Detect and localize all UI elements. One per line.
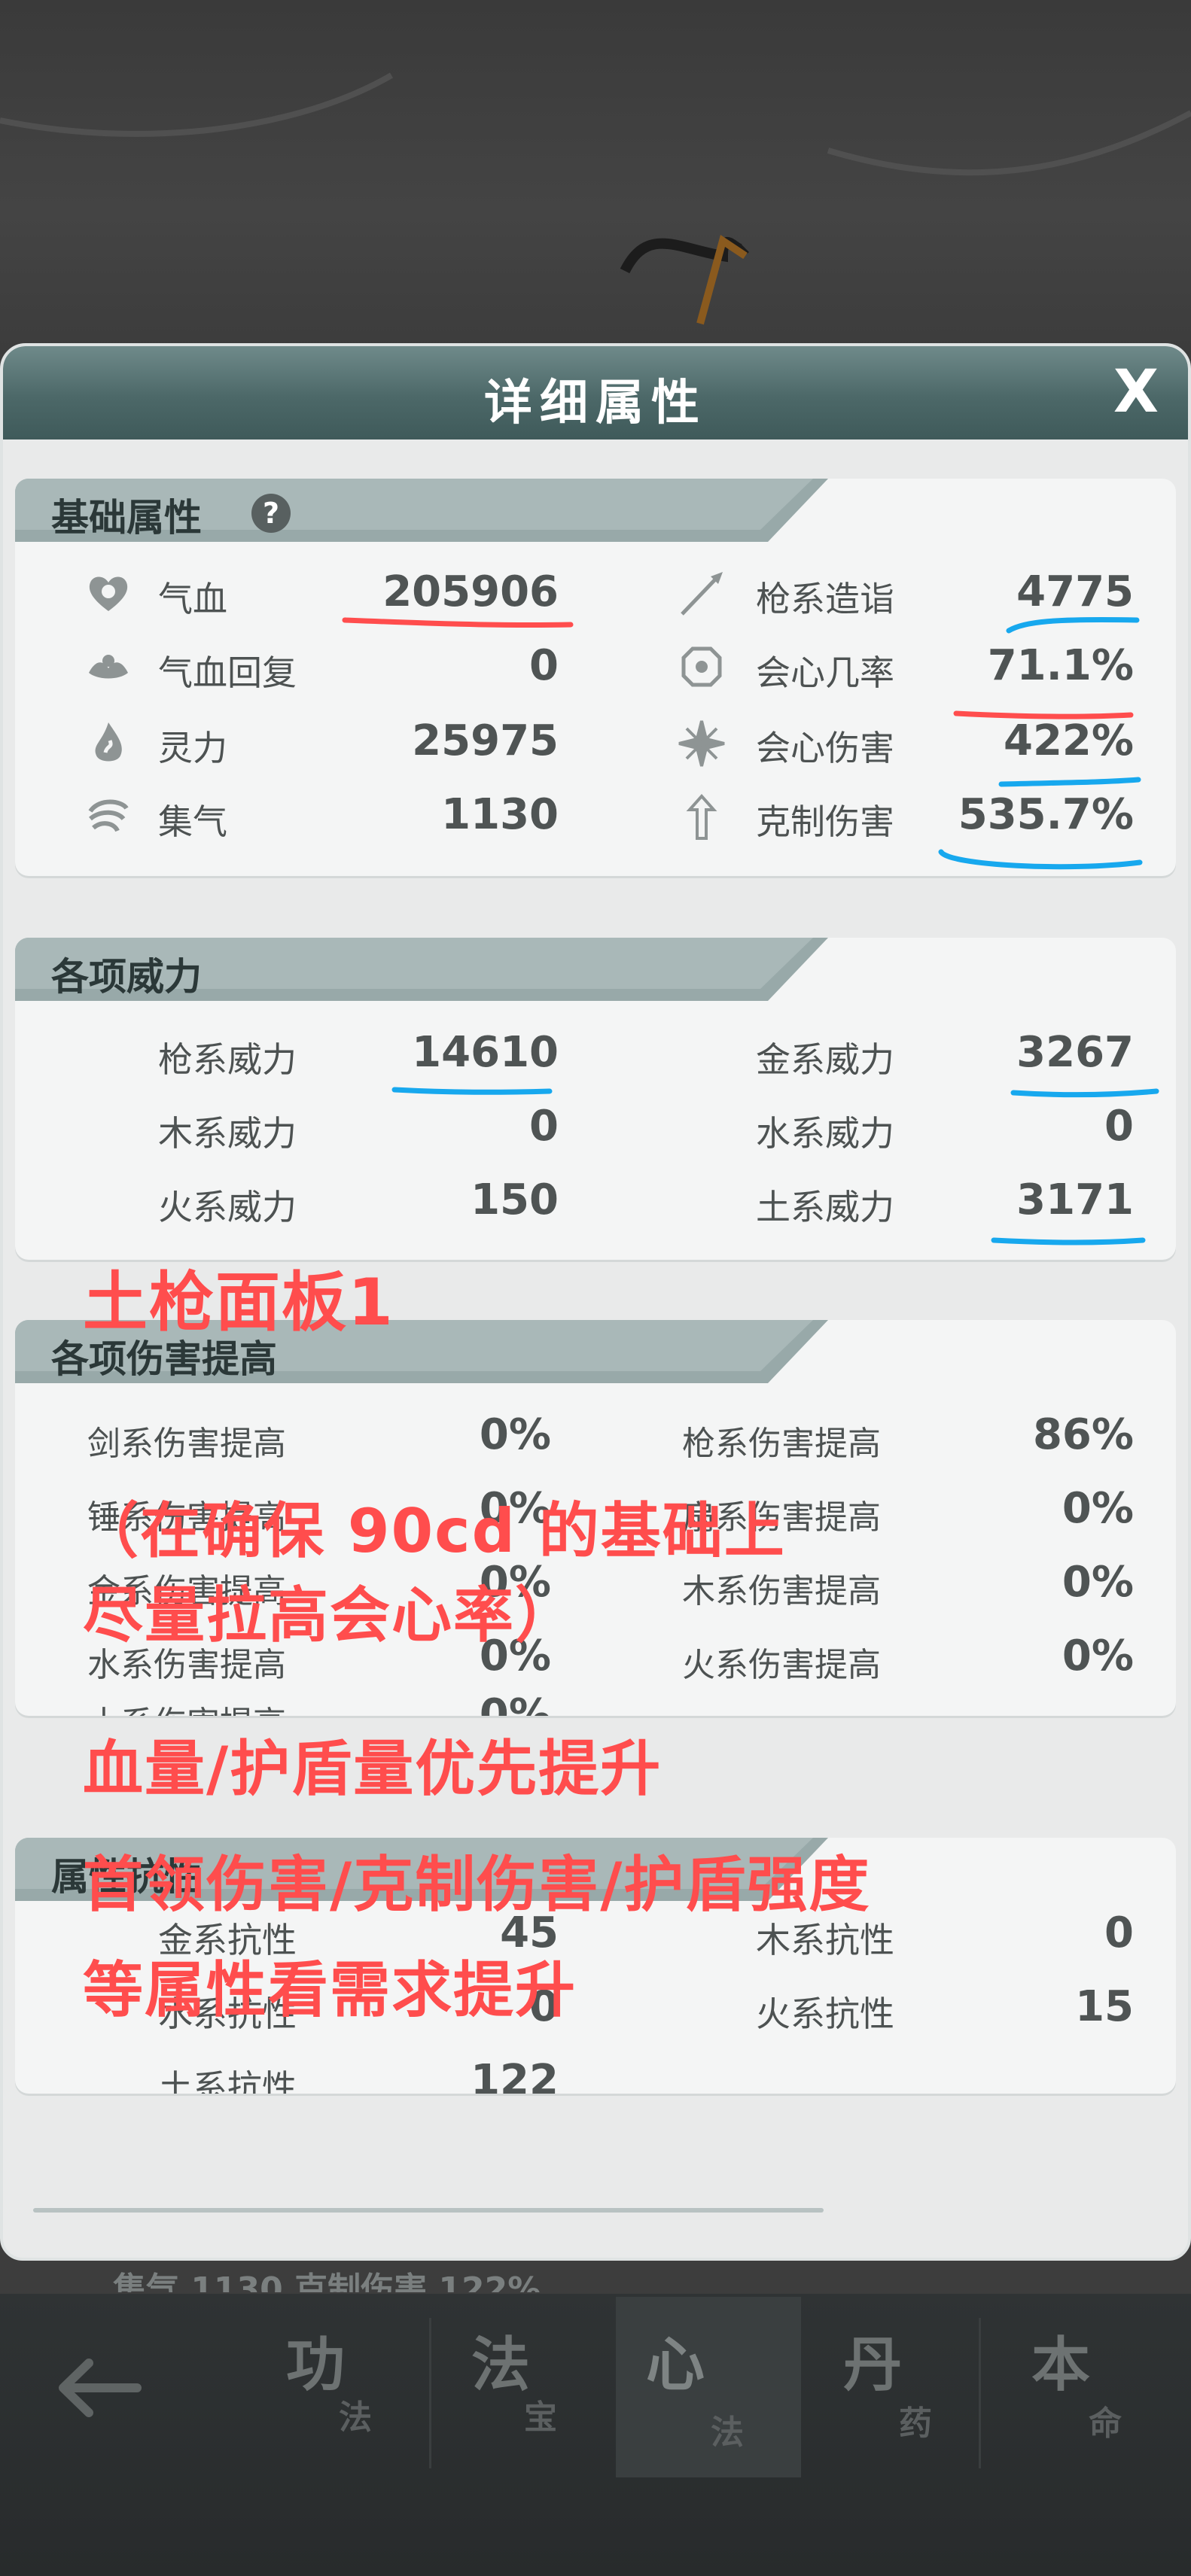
tab-sublabel: 宝 xyxy=(524,2398,557,2437)
tab-gongfa[interactable]: 功 法 xyxy=(286,2318,437,2468)
tab-sublabel: 法 xyxy=(711,2413,744,2452)
annotation-line: 等属性看需求提升 xyxy=(83,1955,577,2025)
back-arrow-icon[interactable] xyxy=(53,2354,143,2422)
annotation-line: 尽量拉高会心率） xyxy=(83,1580,577,1650)
annotation-title: 土枪面板1 xyxy=(83,1265,394,1340)
annotation-line: 首领伤害/克制伤害/护盾强度 xyxy=(83,1850,871,1920)
annotation-line: （在确保 90cd 的基础上 xyxy=(78,1496,786,1566)
tab-sublabel: 命 xyxy=(1089,2404,1122,2443)
background-stats-text: 集气 1130 克制伤害 122% xyxy=(113,2270,541,2292)
tab-label: 本 xyxy=(1031,2331,1091,2399)
tab-sublabel: 法 xyxy=(339,2398,372,2437)
tab-label: 心 xyxy=(646,2331,705,2399)
tab-separator xyxy=(429,2318,431,2468)
tab-xinfa[interactable]: 心 法 xyxy=(646,2318,797,2468)
tab-label: 法 xyxy=(471,2331,531,2399)
tab-sublabel: 药 xyxy=(899,2404,932,2443)
tab-fabao[interactable]: 法 宝 xyxy=(471,2318,622,2468)
tab-benming[interactable]: 本 命 xyxy=(1031,2318,1182,2468)
tab-label: 功 xyxy=(286,2331,346,2399)
annotation-line: 血量/护盾量优先提升 xyxy=(83,1734,663,1804)
tab-danyao[interactable]: 丹 药 xyxy=(843,2318,994,2468)
tab-label: 丹 xyxy=(843,2331,903,2399)
tab-separator xyxy=(979,2318,981,2468)
